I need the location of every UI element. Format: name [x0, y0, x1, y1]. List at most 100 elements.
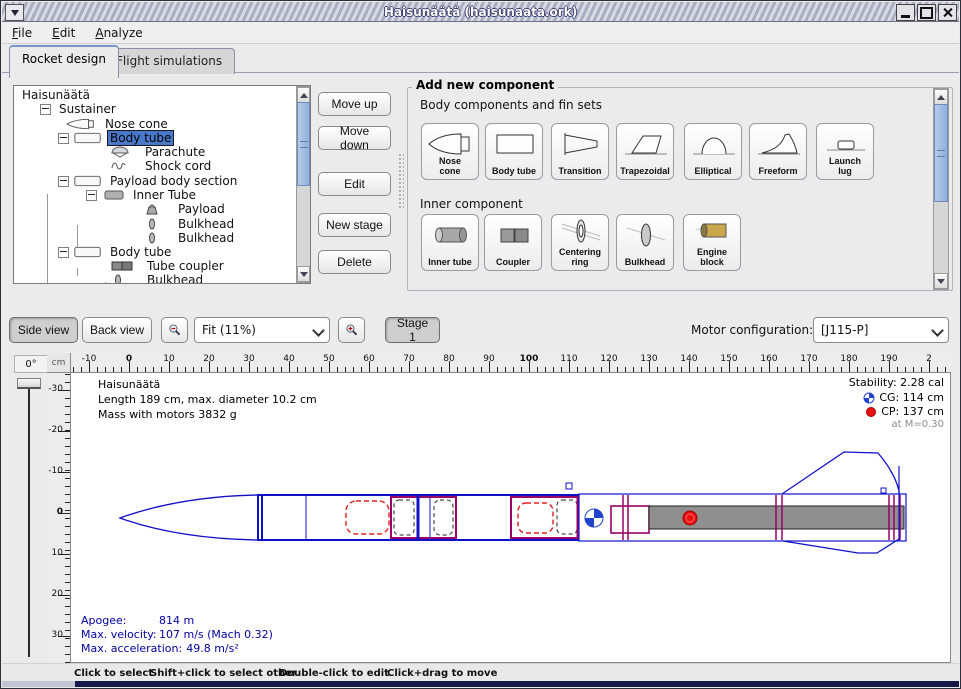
scrollbar-thumb[interactable] — [934, 104, 948, 202]
add-nose-cone-button[interactable]: Nose cone — [421, 123, 479, 180]
cg-marker — [585, 509, 603, 527]
side-view-button[interactable]: Side view — [9, 317, 78, 343]
tab-rocket-design[interactable]: Rocket design — [9, 45, 119, 78]
menu-analyze[interactable]: Analyze — [85, 24, 152, 42]
scrollbar-thumb[interactable] — [297, 102, 310, 186]
scroll-up-icon — [300, 93, 308, 98]
tree-item-tube-coupler[interactable]: Tube coupler — [110, 259, 226, 273]
close-icon — [942, 7, 953, 18]
tree-item-body-tube[interactable]: Body tube — [58, 245, 173, 259]
body-tube-icon — [490, 127, 540, 161]
add-freeform-fin-button[interactable]: Freeform — [749, 123, 807, 180]
tree-item-bulkhead[interactable]: Bulkhead — [144, 231, 236, 245]
scroll-up-button[interactable] — [934, 89, 948, 105]
inner-tube-icon — [101, 189, 127, 201]
acceleration-label: Max. acceleration: — [81, 642, 182, 656]
add-elliptical-fin-button[interactable]: Elliptical — [684, 123, 742, 180]
freeform-fin-icon — [754, 127, 804, 161]
tree-item-inner-tube[interactable]: Inner Tube — [86, 188, 198, 202]
apogee-value: 814 m — [159, 614, 194, 628]
back-view-button[interactable]: Back view — [82, 317, 152, 343]
cg-readout: CG: 114 cm — [863, 391, 944, 404]
zoom-out-icon — [168, 321, 181, 339]
tree-item-parachute[interactable]: Parachute — [110, 145, 207, 159]
palette-scrollbar[interactable] — [933, 88, 949, 290]
tab-flight-simulations[interactable]: Flight simulations — [103, 48, 235, 74]
tree-item-body-tube-selected[interactable]: Body tube — [58, 131, 173, 145]
tree-item-bulkhead[interactable]: Bulkhead — [110, 273, 205, 284]
rocket-mass: Mass with motors 3832 g — [98, 408, 237, 421]
title-bar[interactable]: Haisunäätä (haisunaata.ork) — [2, 2, 959, 22]
tree-item-shock-cord[interactable]: Shock cord — [110, 159, 213, 173]
scroll-down-button[interactable] — [934, 273, 948, 289]
add-transition-button[interactable]: Transition — [551, 123, 609, 180]
motor-configuration-select[interactable]: [J115-P] — [813, 317, 949, 343]
inner-tube-icon — [426, 218, 476, 252]
stage-1-button[interactable]: Stage 1 — [385, 317, 440, 343]
scroll-down-button[interactable] — [297, 266, 310, 282]
scroll-down-icon — [300, 272, 308, 277]
cp-marker — [683, 511, 697, 525]
collapse-icon[interactable] — [58, 133, 69, 144]
new-stage-button[interactable]: New stage — [318, 213, 391, 237]
component-tree[interactable]: Haisunäätä Sustainer Nose cone Body tube… — [13, 85, 311, 284]
nose-cone-icon — [426, 127, 476, 161]
move-up-button[interactable]: Move up — [318, 92, 391, 116]
apogee-label: Apogee: — [81, 614, 159, 628]
tree-item-rocket[interactable]: Haisunäätä — [20, 88, 92, 102]
add-centering-ring-button[interactable]: Centering ring — [551, 214, 609, 271]
menu-bar: File Edit Analyze — [2, 22, 959, 44]
collapse-icon[interactable] — [58, 247, 69, 258]
collapse-icon[interactable] — [40, 104, 51, 115]
close-button[interactable] — [938, 4, 957, 21]
menu-edit[interactable]: Edit — [42, 24, 85, 42]
collapse-icon[interactable] — [58, 176, 69, 187]
rotation-slider-handle[interactable] — [17, 378, 41, 389]
edit-button[interactable]: Edit — [318, 172, 391, 196]
tree-scrollbar[interactable] — [296, 86, 311, 283]
launch-lug-icon — [821, 127, 871, 161]
body-tube-icon — [72, 175, 104, 187]
nose-cone-icon — [66, 118, 98, 130]
tree-item-nose-cone[interactable]: Nose cone — [66, 117, 170, 131]
add-body-tube-button[interactable]: Body tube — [485, 123, 543, 180]
engine-block-icon — [688, 216, 738, 246]
scroll-up-icon — [937, 95, 945, 100]
tree-item-payload-body-section[interactable]: Payload body section — [58, 174, 239, 188]
minimize-button[interactable] — [896, 4, 915, 21]
add-bulkhead-button[interactable]: Bulkhead — [616, 214, 674, 271]
launch-lug-shape[interactable] — [881, 488, 886, 493]
coupler-icon — [489, 218, 539, 252]
add-trapezoidal-fin-button[interactable]: Trapezoidal — [616, 123, 674, 180]
rocket-name: Haisunäätä — [98, 378, 160, 391]
delete-button[interactable]: Delete — [318, 250, 391, 274]
window-bottom-edge — [2, 681, 959, 687]
maximize-button[interactable] — [917, 4, 936, 21]
add-coupler-button[interactable]: Coupler — [484, 214, 542, 271]
tree-item-bulkhead[interactable]: Bulkhead — [144, 217, 236, 231]
inner-component-label: Inner component — [420, 197, 523, 211]
bulkhead-icon — [144, 232, 160, 244]
menu-file[interactable]: File — [2, 24, 42, 42]
zoom-in-button[interactable] — [338, 317, 365, 343]
window-title: Haisunäätä (haisunaata.ork) — [2, 5, 959, 19]
minimize-icon — [901, 15, 910, 18]
rotation-slider-track[interactable] — [28, 385, 30, 657]
application-window: Haisunäätä (haisunaata.ork) File Edit An… — [0, 0, 961, 689]
add-inner-tube-button[interactable]: Inner tube — [421, 214, 479, 271]
flight-summary: Apogee:814 m Max. velocity:107 m/s (Mach… — [81, 614, 273, 656]
tree-item-stage[interactable]: Sustainer — [40, 102, 118, 116]
mach-condition: at M=0.30 — [892, 419, 945, 430]
zoom-level-select[interactable]: Fit (11%) — [194, 317, 330, 343]
nose-cone-shape[interactable] — [120, 495, 258, 540]
collapse-icon[interactable] — [86, 190, 97, 201]
launch-lug-shape[interactable] — [566, 483, 572, 489]
zoom-out-button[interactable] — [161, 317, 188, 343]
move-down-button[interactable]: Move down — [318, 126, 391, 150]
add-engine-block-button[interactable]: Engine block — [683, 214, 741, 271]
tree-item-payload[interactable]: Payload — [144, 202, 227, 216]
bulkhead-icon — [144, 218, 160, 230]
scroll-up-button[interactable] — [297, 87, 310, 103]
add-launch-lug-button[interactable]: Launch lug — [816, 123, 874, 180]
body-tube-icon — [72, 246, 104, 258]
